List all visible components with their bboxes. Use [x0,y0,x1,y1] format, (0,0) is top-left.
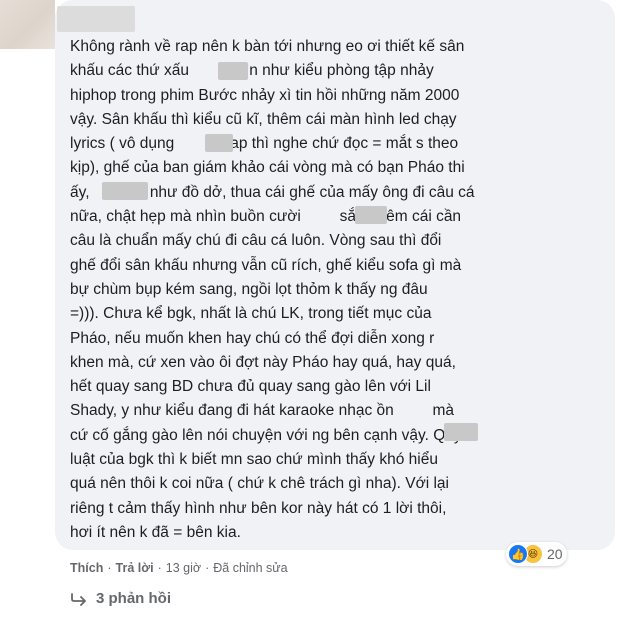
like-button[interactable]: Thích [70,561,103,575]
reply-arrow-icon [71,592,86,606]
comment-body: Không rành về rap nên k bàn tới nhưng eo… [70,38,475,541]
view-replies-link[interactable]: 3 phản hồi [70,590,171,607]
redaction-block [218,62,248,80]
thumbs-up-icon: 👍 [508,544,528,564]
separator: · [107,561,112,575]
replies-count-label: 3 phản hồi [96,590,171,607]
redaction-block [205,134,233,152]
reaction-summary[interactable]: 👍 😆 20 [506,542,567,566]
redaction-block [444,423,478,441]
avatar[interactable] [0,0,55,49]
redaction-block [355,206,387,224]
redaction-block [102,182,148,200]
commenter-name-redacted[interactable] [57,6,135,32]
reaction-count: 20 [547,546,563,562]
comment-actions: Thích · Trả lời · 13 giờ · Đã chỉnh sửa [70,561,288,575]
reply-button[interactable]: Trả lời [116,561,154,575]
edited-label: Đã chỉnh sửa [213,561,288,575]
separator: · [157,561,162,575]
separator: · [205,561,210,575]
comment-screenshot: Không rành về rap nên k bàn tới nhưng eo… [0,0,620,619]
comment-timestamp[interactable]: 13 giờ [166,561,201,575]
